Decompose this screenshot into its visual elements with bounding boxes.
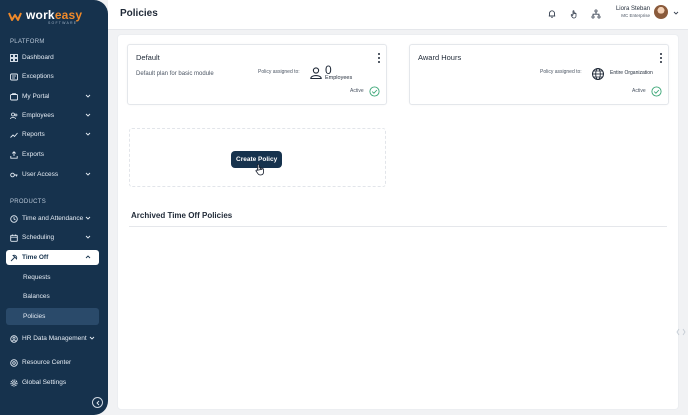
time-off-icon — [9, 253, 18, 262]
logo[interactable]: workeasy SOFTWARE — [8, 9, 82, 26]
policy-title: Default — [136, 53, 160, 62]
notifications-button[interactable] — [546, 8, 558, 20]
archived-section-title: Archived Time Off Policies — [131, 211, 233, 220]
sidebar-item-label: Exports — [22, 151, 45, 158]
hr-icon — [9, 334, 18, 343]
sidebar-item-global-settings[interactable]: Global Settings — [6, 375, 99, 390]
hand-cursor-icon — [255, 163, 264, 176]
touch-button[interactable] — [568, 8, 580, 20]
policy-card-award-hours[interactable]: Award Hours Policy assigned to: Entire O… — [409, 44, 669, 105]
sidebar: workeasy SOFTWARE PLATFORM Dashboard Exc… — [0, 0, 108, 415]
policy-title: Award Hours — [418, 53, 462, 62]
resource-icon — [9, 358, 18, 367]
policy-assigned-label: Policy assigned to: — [258, 69, 300, 75]
employees-icon — [9, 111, 18, 120]
sidebar-item-dashboard[interactable]: Dashboard — [6, 50, 99, 65]
sidebar-item-reports[interactable]: Reports — [6, 127, 99, 142]
employee-count-unit: Employees — [325, 75, 353, 81]
logo-mark-icon — [8, 11, 22, 24]
chevron-down-icon — [85, 94, 91, 98]
sidebar-item-scheduling[interactable]: Scheduling — [6, 230, 99, 245]
sidebar-item-label: Scheduling — [22, 234, 55, 241]
policy-assigned-label: Policy assigned to: — [540, 69, 582, 75]
sidebar-item-exports[interactable]: Exports — [6, 147, 99, 162]
page-title: Policies — [120, 8, 158, 19]
sidebar-item-hr-data-management[interactable]: HR Data Management — [6, 331, 99, 346]
portal-icon — [9, 92, 18, 101]
sidebar-item-exceptions[interactable]: Exceptions — [6, 69, 99, 84]
chevron-left-icon — [95, 400, 99, 405]
chevron-down-icon — [85, 235, 91, 239]
policy-card-default[interactable]: Default Default plan for basic module Po… — [127, 44, 387, 105]
sidebar-item-label: HR Data Management — [22, 335, 87, 342]
policy-description: Default plan for basic module — [136, 71, 214, 77]
chevron-down-icon — [85, 113, 91, 117]
user-name[interactable]: Liora Steban — [616, 6, 650, 12]
policy-scope: Entire Organization — [610, 70, 653, 76]
sidebar-item-label: Employees — [22, 112, 55, 119]
status-badge: Active — [632, 88, 646, 94]
calendar-icon — [9, 233, 18, 242]
collapse-sidebar-button[interactable] — [92, 397, 103, 408]
logo-wordmark: workeasy — [26, 8, 83, 22]
logo-subtitle: SOFTWARE — [48, 21, 78, 25]
sidebar-item-label: Exceptions — [22, 73, 54, 80]
person-icon — [310, 67, 322, 80]
sidebar-item-label: My Portal — [22, 93, 50, 100]
avatar[interactable] — [654, 5, 668, 19]
chevron-down-icon[interactable] — [673, 10, 679, 16]
sidebar-item-resource-center[interactable]: Resource Center — [6, 355, 99, 370]
sidebar-subitem-balances[interactable]: Balances — [6, 288, 99, 305]
bell-icon — [548, 10, 556, 18]
hierarchy-icon — [591, 9, 601, 19]
check-circle-icon — [369, 86, 380, 97]
section-label-products: PRODUCTS — [10, 199, 47, 205]
chevron-up-icon — [85, 255, 91, 259]
sidebar-item-label: Resource Center — [22, 359, 72, 366]
sidebar-item-time-off[interactable]: Time Off — [6, 250, 99, 265]
create-policy-card: Create Policy — [129, 128, 386, 187]
chevron-down-icon — [85, 172, 91, 176]
globe-icon — [592, 68, 604, 80]
clock-icon — [9, 214, 18, 223]
sidebar-item-label: Global Settings — [22, 379, 67, 386]
exports-icon — [9, 150, 18, 159]
sidebar-item-label: Time and Attendance — [22, 215, 84, 222]
hand-pointer-icon — [570, 10, 577, 19]
section-label-platform: PLATFORM — [10, 39, 45, 45]
sidebar-item-label: Time Off — [22, 254, 49, 261]
check-circle-icon — [651, 86, 662, 97]
dashboard-icon — [9, 53, 18, 62]
org-chart-button[interactable] — [590, 8, 602, 20]
side-panel-handle-icon[interactable] — [676, 327, 686, 337]
sidebar-item-label: Dashboard — [22, 54, 54, 61]
sidebar-item-employees[interactable]: Employees — [6, 108, 99, 123]
chevron-down-icon — [85, 216, 91, 220]
user-organization: MC Enterprise — [621, 13, 650, 18]
user-access-icon — [9, 170, 18, 179]
sidebar-subitem-requests[interactable]: Requests — [6, 269, 99, 286]
sidebar-item-label: User Access — [22, 171, 59, 178]
more-options-icon[interactable] — [658, 53, 663, 63]
status-badge: Active — [350, 88, 364, 94]
sidebar-item-user-access[interactable]: User Access — [6, 167, 99, 182]
section-divider — [129, 226, 667, 227]
sidebar-item-label: Reports — [22, 131, 45, 138]
chevron-down-icon — [85, 132, 91, 136]
sidebar-subitem-policies[interactable]: Policies — [6, 308, 99, 325]
sidebar-item-my-portal[interactable]: My Portal — [6, 89, 99, 104]
top-header: Policies Liora Steban MC Enterprise — [108, 0, 688, 30]
more-options-icon[interactable] — [376, 53, 381, 63]
sidebar-item-time-and-attendance[interactable]: Time and Attendance — [6, 211, 99, 226]
reports-icon — [9, 130, 18, 139]
exceptions-icon — [9, 72, 18, 81]
settings-icon — [9, 378, 18, 387]
chevron-down-icon — [89, 336, 95, 340]
